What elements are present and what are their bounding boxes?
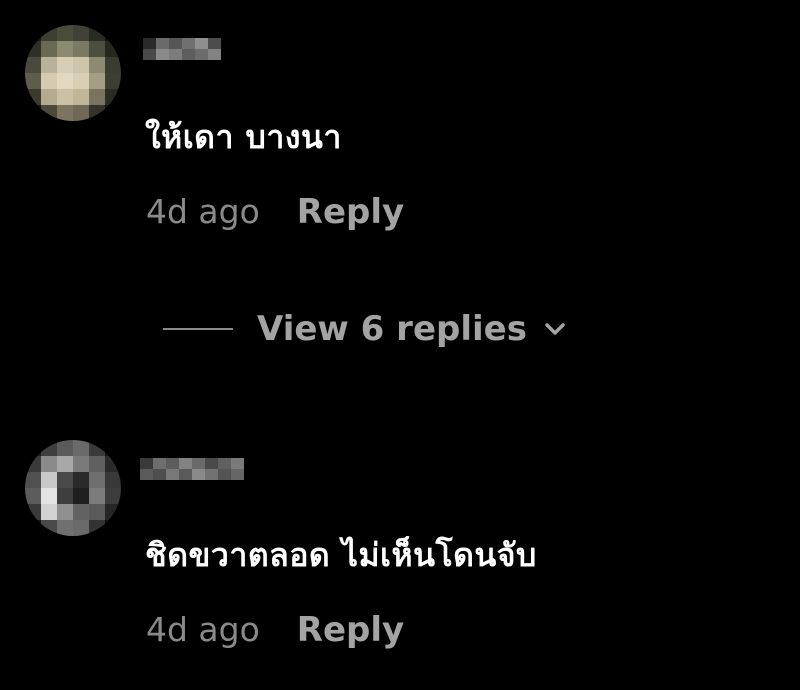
comment-text: ให้เดา บางนา	[145, 118, 342, 156]
username-blurred[interactable]	[143, 38, 221, 60]
reply-button[interactable]: Reply	[297, 610, 404, 650]
divider-line	[163, 328, 233, 330]
comment-text: ชิดขวาตลอด ไม่เห็นโดนจับ	[145, 536, 537, 574]
comment-meta: 4d ago Reply	[146, 192, 404, 232]
avatar[interactable]	[25, 440, 121, 536]
view-replies-button[interactable]: View 6 replies	[163, 305, 569, 353]
chevron-down-icon	[545, 323, 565, 335]
view-replies-label: View 6 replies	[257, 309, 527, 349]
username-blurred[interactable]	[140, 458, 244, 480]
reply-button[interactable]: Reply	[297, 192, 404, 232]
comment-meta: 4d ago Reply	[146, 610, 404, 650]
avatar[interactable]	[25, 25, 121, 121]
timestamp: 4d ago	[146, 192, 260, 231]
timestamp: 4d ago	[146, 610, 260, 649]
